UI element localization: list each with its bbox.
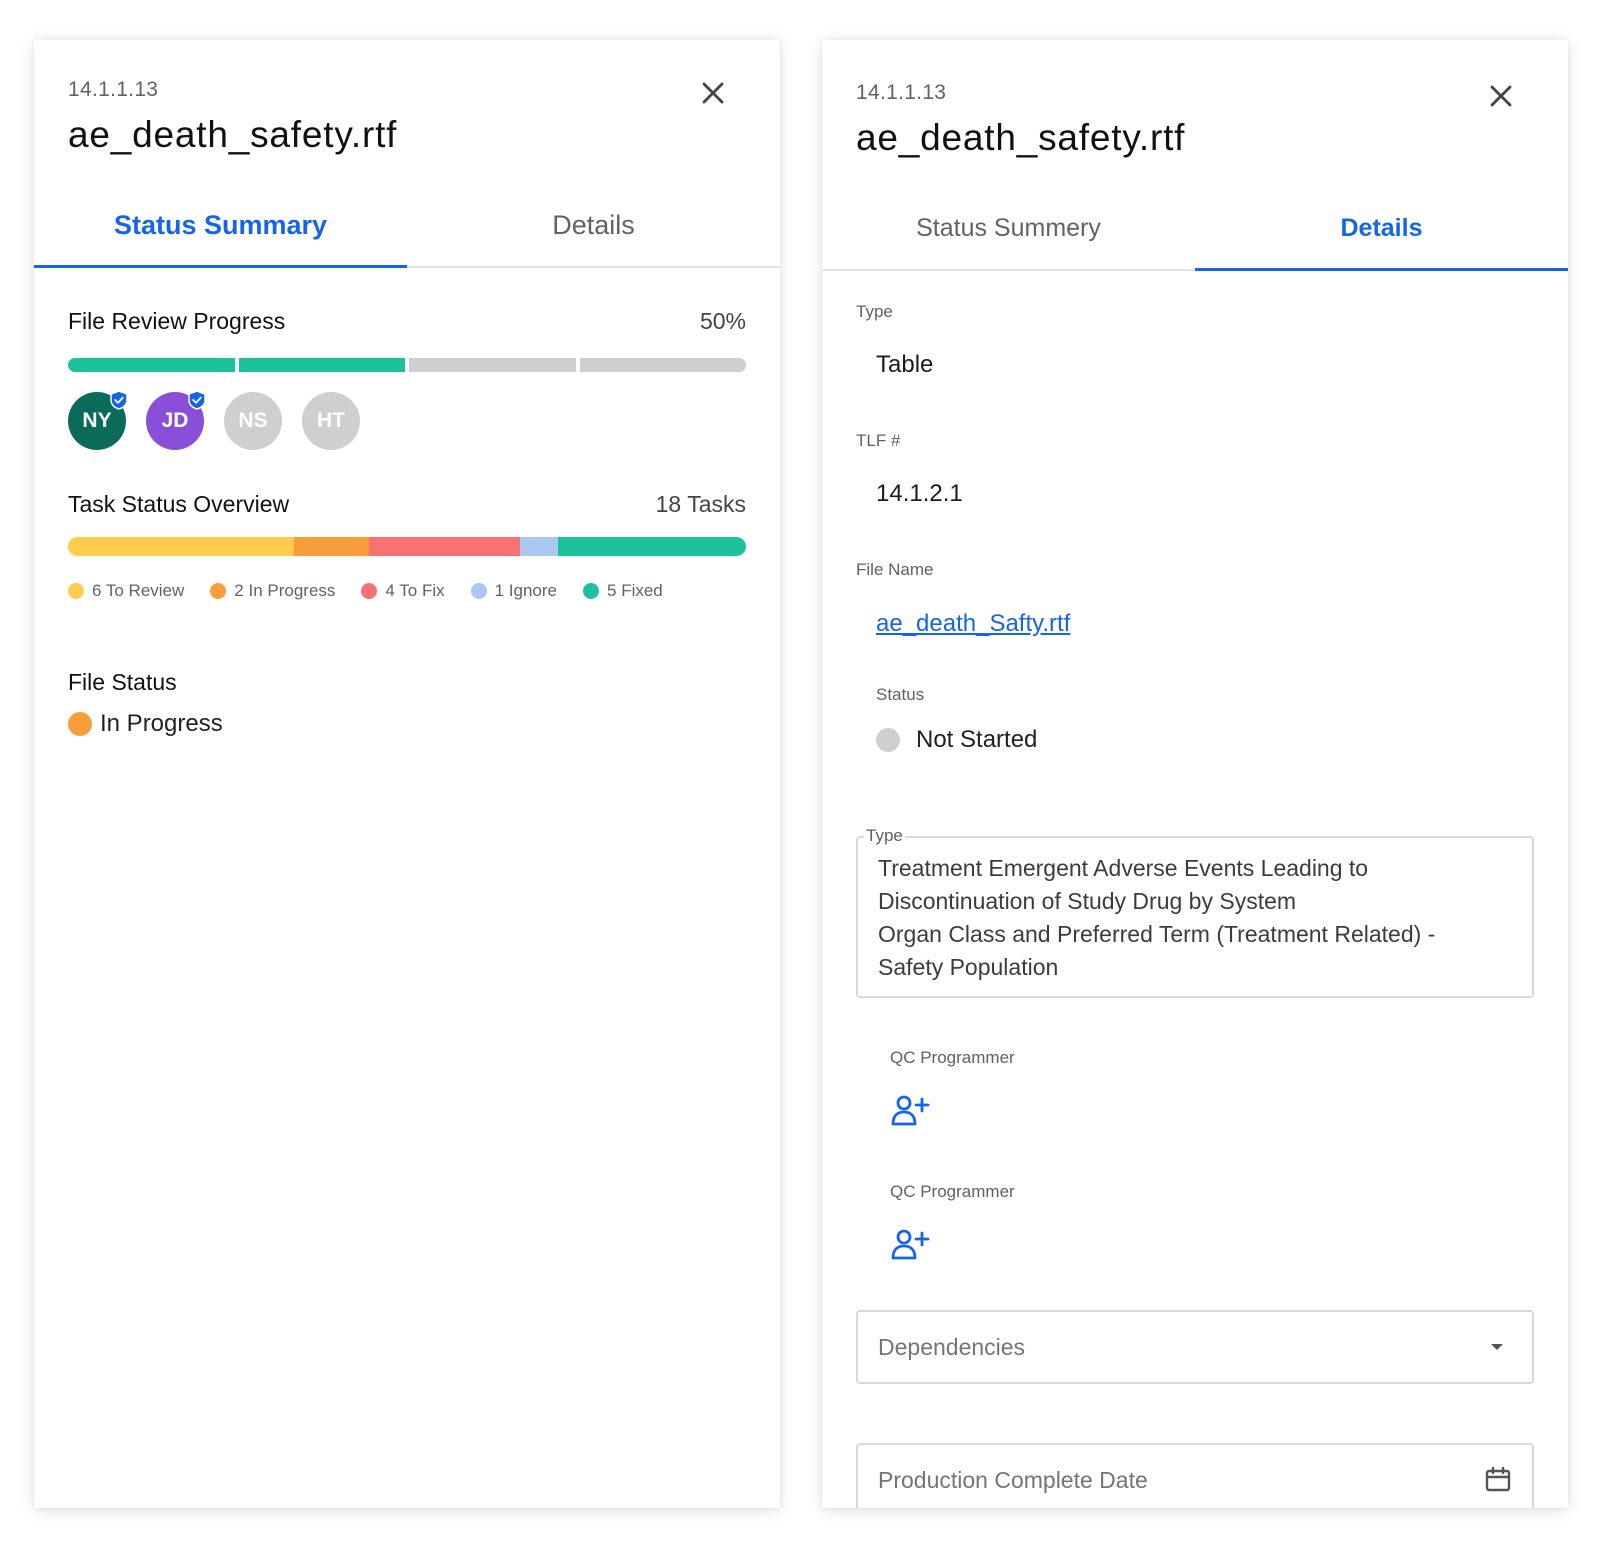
progress-segment-pending [579, 358, 746, 372]
task-status-bar [68, 537, 746, 556]
task-count: 18 Tasks [655, 491, 746, 517]
status-dot-icon [68, 712, 92, 736]
description-line: Organ Class and Preferred Term (Treatmen… [878, 921, 1436, 947]
verified-badge-icon [110, 390, 128, 410]
close-button[interactable] [1484, 79, 1518, 113]
add-qc-programmer-button[interactable] [890, 1094, 932, 1128]
status-dot-icon [876, 728, 900, 752]
legend-label: 6 To Review [92, 581, 185, 600]
file-name-link[interactable]: ae_death_Safty.rtf [876, 610, 1070, 638]
status-value: Not Started [916, 726, 1038, 753]
add-user-icon [891, 1095, 930, 1126]
tab-bar: Status Summery Details [822, 185, 1568, 271]
legend-item: 6 To Review [68, 581, 184, 601]
add-user-icon [891, 1229, 930, 1260]
production-date-placeholder: Production Complete Date [878, 1467, 1148, 1493]
file-code: 14.1.1.13 [856, 81, 947, 104]
file-status: In Progress [68, 710, 223, 738]
reviewer-avatar[interactable]: NY [68, 390, 128, 450]
file-name-label: File Name [856, 560, 934, 579]
progress-segment-pending [409, 358, 576, 372]
avatar-initials: NS [238, 409, 268, 432]
tab-details[interactable]: Details [1195, 185, 1568, 271]
status-label: Status [876, 685, 925, 704]
legend-label: 1 Ignore [494, 581, 558, 600]
task-bar-segment [68, 537, 294, 556]
active-tab-indicator [34, 265, 407, 268]
avatar-initials: NY [82, 409, 112, 432]
tlf-label: TLF # [856, 431, 901, 450]
description-text: Treatment Emergent Adverse Events Leadin… [878, 852, 1478, 984]
caret-down-icon [1490, 1342, 1504, 1352]
tlf-value: 14.1.2.1 [876, 480, 963, 507]
legend-label: 5 Fixed [607, 581, 663, 600]
calendar-icon[interactable] [1484, 1465, 1512, 1493]
progress-segment-complete [68, 358, 235, 372]
description-line: Safety Population [878, 954, 1059, 980]
legend-label: 4 To Fix [385, 581, 445, 600]
reviewer-avatar[interactable]: HT [302, 392, 360, 450]
file-status-title: File Status [68, 669, 177, 695]
file-review-progress-bar [68, 358, 746, 372]
description-line: Discontinuation of Study Drug by System [878, 888, 1297, 914]
close-icon [702, 82, 724, 104]
legend-item: 2 In Progress [210, 581, 335, 601]
dependencies-placeholder: Dependencies [878, 1334, 1026, 1360]
legend-dot-icon [210, 583, 227, 599]
reviewer-avatar[interactable]: NS [224, 392, 282, 450]
status: Not Started [876, 726, 1037, 754]
file-review-progress-title: File Review Progress [68, 308, 286, 334]
verified-badge-icon [188, 390, 206, 410]
reviewer-avatar[interactable]: JD [146, 390, 206, 450]
description-label: Type [864, 826, 905, 846]
tab-details[interactable]: Details [407, 182, 780, 268]
file-code: 14.1.1.13 [68, 78, 159, 101]
tab-status-summary[interactable]: Status Summery [822, 185, 1195, 271]
task-bar-segment [369, 537, 520, 556]
task-bar-segment [557, 537, 746, 556]
legend-dot-icon [470, 583, 487, 599]
task-bar-segment [519, 537, 558, 556]
description-line: Treatment Emergent Adverse Events Leadin… [878, 855, 1369, 881]
task-bar-segment [294, 537, 370, 556]
progress-segment-complete [238, 358, 405, 372]
avatar-initials: HT [317, 409, 345, 432]
avatar-initials: JD [161, 409, 189, 432]
legend-label: 2 In Progress [234, 581, 336, 600]
task-status-legend: 6 To Review 2 In Progress 4 To Fix 1 Ignore… [68, 581, 689, 601]
qc-programmer-label: QC Programmer [890, 1182, 1015, 1201]
legend-dot-icon [583, 583, 600, 599]
file-title: ae_death_safety.rtf [856, 117, 1186, 158]
type-label: Type [856, 302, 893, 321]
close-button[interactable] [696, 76, 730, 110]
legend-item: 1 Ignore [470, 581, 558, 601]
status-summary-panel: 14.1.1.13 ae_death_safety.rtf Status Sum… [34, 40, 780, 1508]
file-review-percent: 50% [699, 308, 746, 334]
legend-dot-icon [361, 583, 378, 599]
legend-item: 5 Fixed [583, 581, 663, 601]
active-tab-indicator [1195, 268, 1568, 271]
details-panel: 14.1.1.13 ae_death_safety.rtf Status Sum… [822, 40, 1568, 1508]
task-status-overview-title: Task Status Overview [68, 491, 290, 517]
legend-item: 4 To Fix [361, 581, 445, 601]
legend-dot-icon [68, 583, 84, 599]
type-value: Table [876, 351, 934, 378]
file-status-value: In Progress [100, 710, 223, 737]
dependencies-select[interactable]: Dependencies [856, 1310, 1534, 1384]
reviewer-avatars: NY JD NS HT [68, 390, 380, 450]
close-icon [1490, 85, 1512, 107]
add-qc-programmer-button[interactable] [890, 1228, 932, 1262]
production-complete-date-field[interactable]: Production Complete Date [856, 1443, 1534, 1508]
file-title: ae_death_safety.rtf [68, 114, 398, 155]
tab-status-summary[interactable]: Status Summary [34, 182, 407, 268]
description-field[interactable]: Type Treatment Emergent Adverse Events L… [856, 826, 1534, 998]
qc-programmer-label: QC Programmer [890, 1048, 1015, 1067]
tab-bar: Status Summary Details [34, 182, 780, 268]
